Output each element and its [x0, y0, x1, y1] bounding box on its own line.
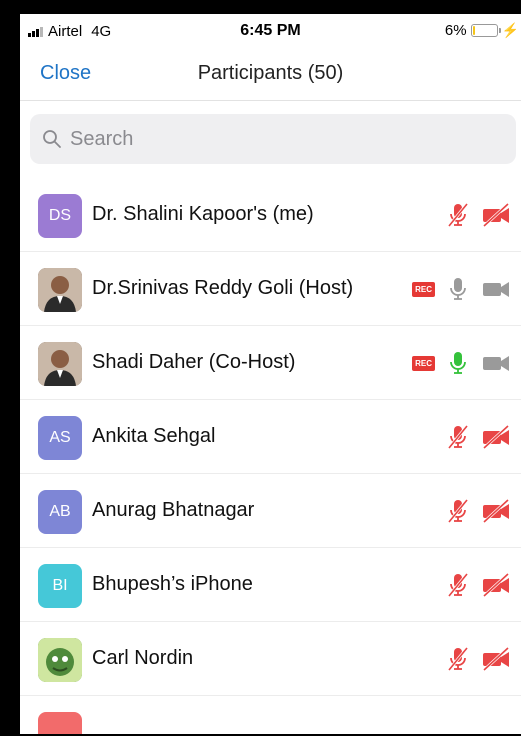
video-off-icon[interactable] — [481, 202, 511, 228]
status-right: 6% ⚡ — [445, 22, 519, 39]
participant-controls — [445, 572, 511, 598]
participant-name: Dr. Shalini Kapoor's (me) — [92, 203, 314, 225]
battery-icon — [470, 24, 501, 37]
participant-row[interactable]: Carl Nordin — [20, 622, 521, 696]
avatar: BI — [38, 564, 82, 608]
video-off-icon[interactable] — [481, 424, 511, 450]
rec-badge: REC — [412, 281, 435, 297]
mic-muted-icon[interactable] — [445, 202, 471, 228]
mic-muted-icon[interactable] — [445, 646, 471, 672]
mic-muted-icon[interactable] — [445, 498, 471, 524]
avatar-initials: DS — [48, 207, 72, 224]
avatar — [38, 342, 82, 386]
rec-badge: REC — [412, 355, 435, 371]
participant-name: Carl Nordin — [92, 647, 194, 669]
participant-row[interactable]: DS Dr. Shalini Kapoor's (me) — [20, 178, 521, 252]
search-bar[interactable] — [30, 114, 516, 164]
avatar — [38, 268, 82, 312]
participant-name: Dr.Srinivas Reddy Goli (Host) — [92, 277, 354, 299]
participant-list: DS Dr. Shalini Kapoor's (me) Dr.Srinivas R… — [20, 178, 521, 734]
video-icon[interactable] — [481, 276, 511, 302]
search-icon — [43, 130, 61, 148]
participant-row[interactable]: Dr.Srinivas Reddy Goli (Host) REC — [20, 252, 521, 326]
participant-row[interactable]: AS Ankita Sehgal — [20, 400, 521, 474]
avatar — [38, 638, 82, 682]
video-off-icon[interactable] — [481, 572, 511, 598]
avatar: DS — [38, 194, 82, 238]
mic-muted-icon[interactable] — [445, 572, 471, 598]
nav-bar: Close Participants (50) — [20, 52, 521, 101]
avatar: AB — [38, 490, 82, 534]
participant-controls — [445, 202, 511, 228]
video-off-icon[interactable] — [481, 498, 511, 524]
page-title: Participants (50) — [197, 62, 344, 84]
participant-controls — [445, 646, 511, 672]
participant-name: Anurag Bhatnagar — [92, 499, 255, 521]
avatar: AS — [38, 416, 82, 460]
participant-controls: REC — [412, 276, 511, 302]
status-bar: Airtel 4G 6:45 PM 6% ⚡ — [20, 14, 521, 46]
video-icon[interactable] — [481, 350, 511, 376]
participant-row[interactable] — [20, 696, 521, 734]
avatar-initials: AB — [49, 503, 71, 520]
participant-row[interactable]: AB Anurag Bhatnagar — [20, 474, 521, 548]
participant-name: Bhupesh’s iPhone — [92, 573, 253, 595]
phone-screen: Airtel 4G 6:45 PM 6% ⚡ Close Participant… — [20, 14, 521, 734]
participant-name: Ankita Sehgal — [92, 425, 216, 447]
avatar-initials: BI — [52, 577, 68, 594]
participant-controls — [445, 498, 511, 524]
battery-percent: 6% — [444, 22, 467, 39]
video-off-icon[interactable] — [481, 646, 511, 672]
participant-controls — [445, 424, 511, 450]
charging-bolt-icon: ⚡ — [501, 22, 519, 38]
participant-name: Shadi Daher (Co-Host) — [92, 351, 296, 373]
mic-icon[interactable] — [445, 276, 471, 302]
participant-row[interactable]: BI Bhupesh’s iPhone — [20, 548, 521, 622]
participant-controls: REC — [412, 350, 511, 376]
search-input[interactable] — [68, 126, 472, 152]
mic-icon[interactable] — [445, 350, 471, 376]
mic-muted-icon[interactable] — [445, 424, 471, 450]
participant-row[interactable]: Shadi Daher (Co-Host) REC — [20, 326, 521, 400]
avatar-initials: AS — [49, 429, 71, 446]
avatar — [38, 712, 82, 734]
